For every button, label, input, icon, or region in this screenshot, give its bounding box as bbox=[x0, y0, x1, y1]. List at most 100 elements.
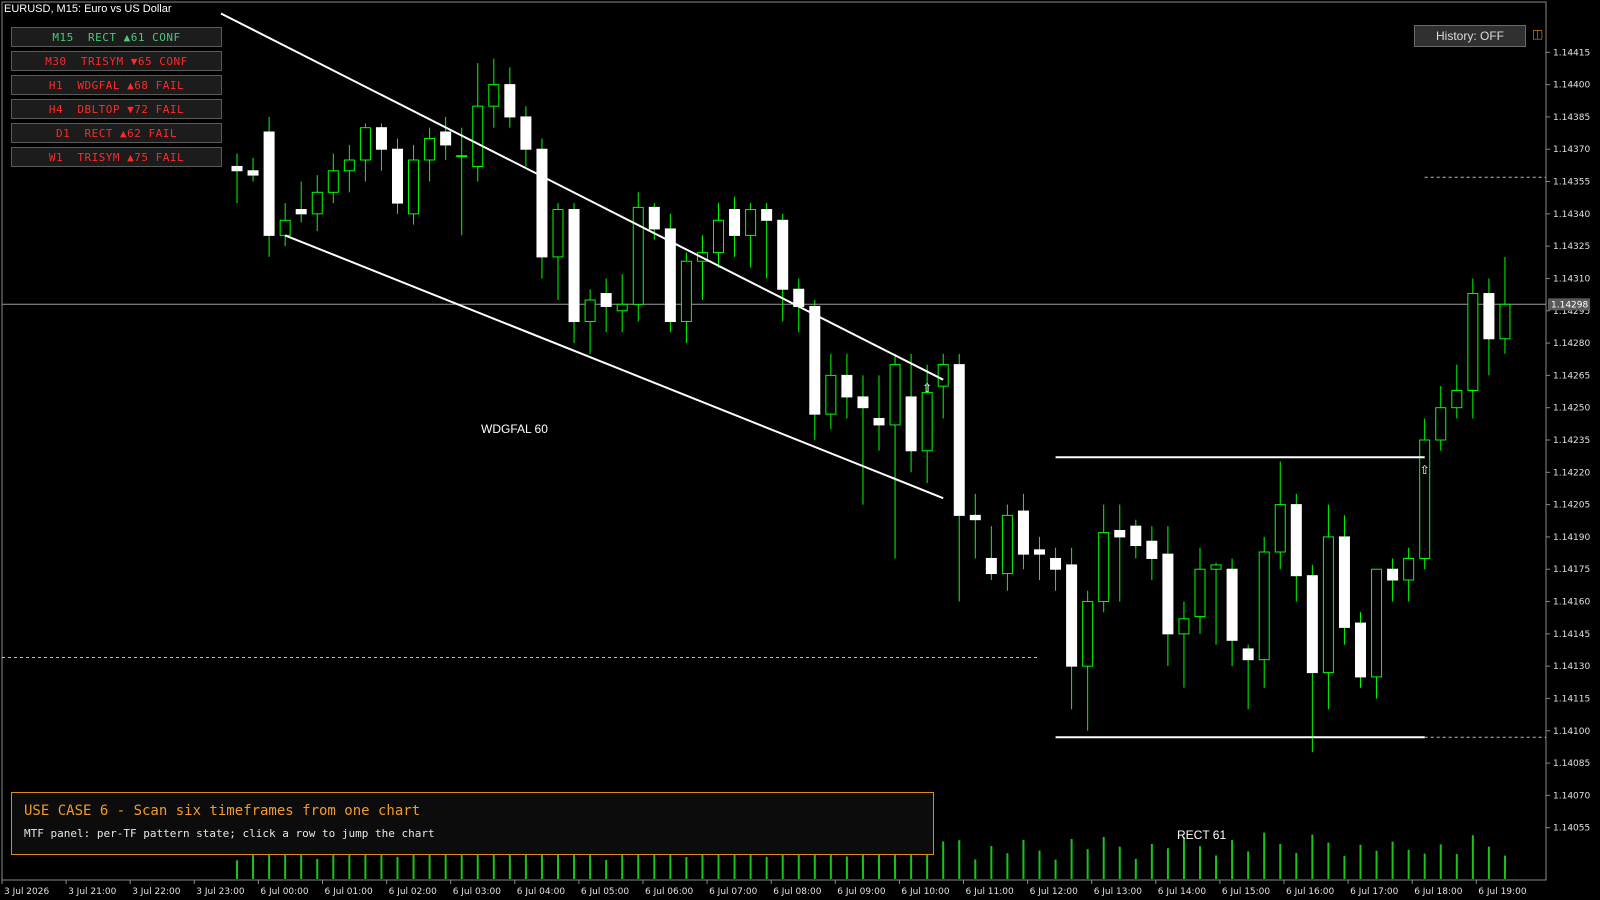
use-case-box: USE CASE 6 - Scan six timeframes from on… bbox=[11, 792, 934, 855]
pattern-line bbox=[220, 12, 944, 381]
price-label: 1.14130 bbox=[1553, 662, 1590, 672]
candle-body bbox=[1355, 622, 1366, 678]
time-label: 6 Jul 03:00 bbox=[453, 887, 502, 897]
candle-body bbox=[1435, 407, 1447, 441]
candle-body bbox=[488, 84, 500, 107]
time-label: 3 Jul 22:00 bbox=[132, 887, 181, 897]
price-label: 1.14340 bbox=[1553, 210, 1590, 220]
time-label: 6 Jul 04:00 bbox=[517, 887, 566, 897]
candle-body bbox=[616, 303, 628, 312]
time-label: 3 Jul 23:00 bbox=[196, 887, 245, 897]
candle-body bbox=[841, 374, 853, 398]
time-label: 6 Jul 05:00 bbox=[581, 887, 630, 897]
mtf-row[interactable]: H1 WDGFAL ▲68 FAIL bbox=[11, 75, 222, 95]
candle-body bbox=[1467, 293, 1479, 391]
candle-body bbox=[921, 392, 933, 452]
candle-body bbox=[1371, 568, 1383, 678]
candle-body bbox=[1387, 568, 1399, 581]
candle-body bbox=[440, 131, 452, 146]
candle-body bbox=[1130, 525, 1142, 547]
price-label: 1.14385 bbox=[1553, 113, 1590, 123]
price-label: 1.14355 bbox=[1553, 178, 1590, 188]
time-label: 6 Jul 12:00 bbox=[1030, 887, 1079, 897]
candle-body bbox=[1226, 568, 1238, 641]
time-label: 6 Jul 01:00 bbox=[325, 887, 374, 897]
chart-frame bbox=[1, 1, 1547, 881]
candle-body bbox=[295, 209, 307, 215]
chart-title: EURUSD, M15: Euro vs US Dollar bbox=[4, 3, 172, 15]
candle-body bbox=[809, 305, 821, 415]
price-label: 1.14310 bbox=[1553, 274, 1590, 284]
candle-body bbox=[1338, 536, 1350, 628]
time-label: 6 Jul 06:00 bbox=[645, 887, 694, 897]
time-label: 6 Jul 13:00 bbox=[1094, 887, 1143, 897]
time-label: 6 Jul 10:00 bbox=[901, 887, 950, 897]
price-label: 1.14175 bbox=[1553, 565, 1590, 575]
candle-body bbox=[472, 105, 484, 167]
candle-body bbox=[632, 206, 644, 305]
price-label: 1.14415 bbox=[1553, 48, 1590, 58]
mtf-row[interactable]: M30 TRISYM ▼65 CONF bbox=[11, 51, 222, 71]
price-label: 1.14235 bbox=[1553, 436, 1590, 446]
candle-body bbox=[969, 514, 981, 521]
pattern-line bbox=[284, 234, 944, 500]
time-label: 6 Jul 07:00 bbox=[709, 887, 758, 897]
candle-body bbox=[1114, 529, 1126, 538]
candle-body bbox=[311, 191, 323, 215]
wedge-pattern-label: WDGFAL 60 bbox=[481, 422, 548, 436]
candle-body bbox=[1306, 575, 1318, 674]
candle-body bbox=[552, 209, 564, 258]
time-label: 3 Jul 21:00 bbox=[68, 887, 117, 897]
candle-body bbox=[600, 293, 612, 307]
candle-body bbox=[729, 209, 741, 236]
candle-body bbox=[761, 209, 773, 221]
candle-body bbox=[424, 137, 436, 161]
candle-body bbox=[279, 219, 291, 236]
time-label: 6 Jul 00:00 bbox=[260, 887, 309, 897]
candle-body bbox=[1178, 618, 1190, 635]
price-label: 1.14190 bbox=[1553, 533, 1590, 543]
time-label: 6 Jul 08:00 bbox=[773, 887, 822, 897]
candle-body bbox=[247, 170, 259, 176]
price-label: 1.14085 bbox=[1553, 759, 1590, 769]
candle-body bbox=[408, 159, 420, 215]
mtf-row[interactable]: H4 DBLTOP ▼72 FAIL bbox=[11, 99, 222, 119]
price-label: 1.14160 bbox=[1553, 598, 1590, 608]
window-icon[interactable]: ◫ bbox=[1532, 28, 1544, 40]
price-label: 1.14205 bbox=[1553, 501, 1590, 511]
candle-body bbox=[456, 155, 468, 158]
price-label: 1.14115 bbox=[1553, 694, 1590, 704]
price-label: 1.14145 bbox=[1553, 630, 1590, 640]
candle-body bbox=[1162, 553, 1174, 635]
price-label: 1.14220 bbox=[1553, 468, 1590, 478]
candle-body bbox=[375, 127, 387, 150]
candle-body bbox=[568, 209, 580, 323]
time-label: 6 Jul 11:00 bbox=[966, 887, 1015, 897]
candle-body bbox=[504, 84, 516, 118]
candle-body bbox=[1483, 293, 1495, 340]
candle-body bbox=[873, 417, 885, 426]
use-case-title: USE CASE 6 - Scan six timeframes from on… bbox=[24, 803, 421, 819]
mtf-panel: M15 RECT ▲61 CONF M30 TRISYM ▼65 CONF H1 W… bbox=[11, 27, 222, 171]
candle-body bbox=[1290, 504, 1302, 577]
candle-body bbox=[231, 165, 243, 172]
candle-body bbox=[905, 396, 917, 452]
rect-pattern-label: RECT 61 bbox=[1177, 828, 1227, 842]
mtf-row[interactable]: W1 TRISYM ▲75 FAIL bbox=[11, 147, 222, 167]
candle-body bbox=[1322, 536, 1334, 674]
candle-body bbox=[1066, 564, 1078, 667]
mtf-row[interactable]: D1 RECT ▲62 FAIL bbox=[11, 123, 222, 143]
price-label: 1.14370 bbox=[1553, 145, 1590, 155]
candle-body bbox=[1499, 303, 1511, 340]
price-label: 1.14070 bbox=[1553, 791, 1590, 801]
price-chart[interactable]: ⇧ ⇧ 1.14415 1.14400 1.14385 1.14370 1.14355 1.1… bbox=[0, 0, 1600, 900]
history-toggle-button[interactable]: History: OFF bbox=[1414, 25, 1526, 47]
candle-body bbox=[359, 127, 371, 161]
time-label: 6 Jul 18:00 bbox=[1414, 887, 1463, 897]
time-label: 6 Jul 16:00 bbox=[1286, 887, 1335, 897]
candle-body bbox=[1274, 504, 1286, 553]
mtf-row[interactable]: M15 RECT ▲61 CONF bbox=[11, 27, 222, 47]
price-label: 1.14055 bbox=[1553, 824, 1590, 834]
price-label: 1.14265 bbox=[1553, 371, 1590, 381]
candle-body bbox=[985, 557, 997, 575]
